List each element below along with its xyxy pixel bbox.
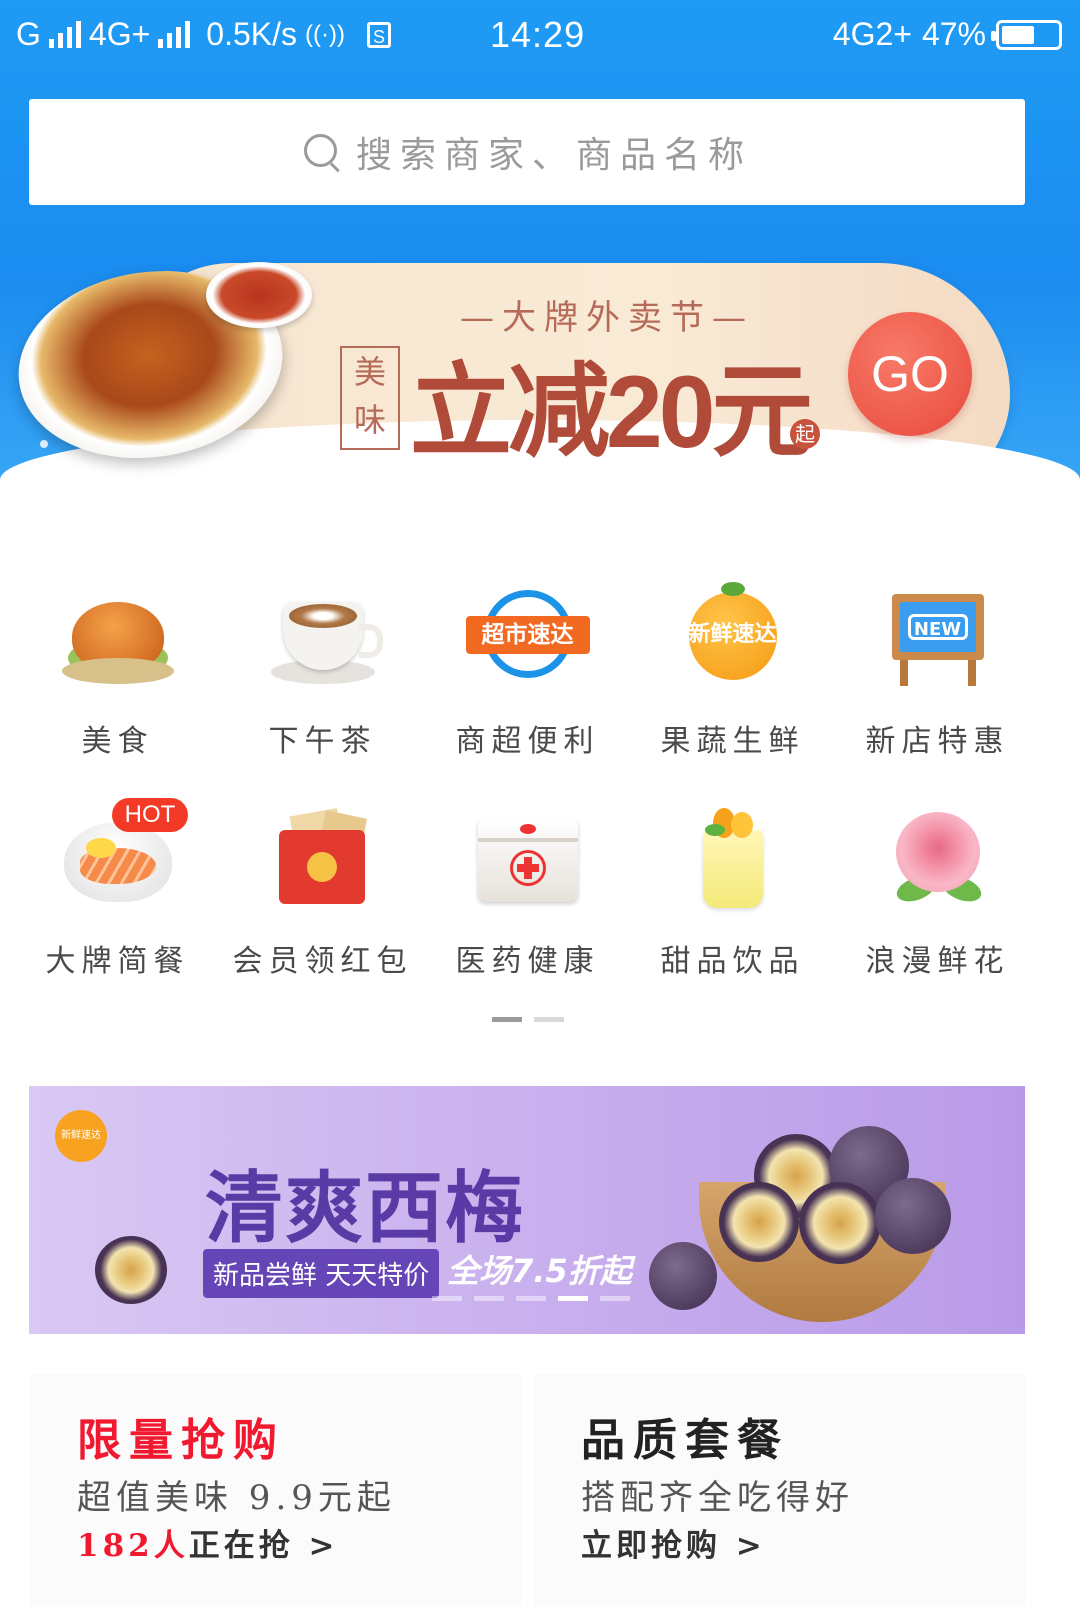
- category-label: 浪漫鲜花: [865, 944, 1010, 979]
- hot-badge: HOT: [112, 798, 188, 832]
- promo-headline: 立减20元: [410, 355, 813, 469]
- hotspot-icon: ((·)): [304, 20, 345, 48]
- category-label: 下午茶: [268, 724, 377, 759]
- fruit-banner[interactable]: 新鲜速达 清爽西梅 新品尝鲜 天天特价 全场7.5折起: [29, 1086, 1025, 1334]
- fresh-express-icon: 新鲜速达: [673, 582, 793, 698]
- card-title: 限量抢购: [77, 1415, 285, 1466]
- quality-combo-card[interactable]: 品质套餐 搭配齐全吃得好 立即抢购 >: [533, 1374, 1025, 1607]
- supermarket-badge: 超市速达: [465, 616, 590, 654]
- plum-half-image: [95, 1236, 167, 1304]
- search-icon: [302, 132, 342, 172]
- signal-icon-2: [158, 20, 191, 48]
- rose-icon: [878, 808, 998, 918]
- grab-count: 182人: [77, 1528, 189, 1564]
- category-label: 大牌简餐: [45, 944, 190, 979]
- card-title: 品质套餐: [581, 1415, 789, 1466]
- new-badge: NEW: [907, 614, 968, 640]
- sauce-bowl-image: [206, 262, 312, 328]
- roast-chicken-icon: [58, 588, 178, 698]
- flash-sale-card[interactable]: 限量抢购 超值美味 9.9元起 182人正在抢 >: [29, 1374, 521, 1607]
- category-label: 医药健康: [455, 944, 600, 979]
- category-brand-meal[interactable]: 大牌简餐: [15, 808, 220, 980]
- fresh-express-badge: 新鲜速达: [55, 1110, 107, 1162]
- category-afternoon-tea[interactable]: 下午茶: [220, 588, 425, 760]
- plum-image: [799, 1182, 881, 1264]
- category-page-indicator: [492, 1017, 564, 1022]
- fruit-banner-discount: 全场7.5折起: [447, 1252, 632, 1290]
- clock: 14:29: [490, 14, 586, 55]
- card-footer-text: 正在抢 >: [188, 1528, 339, 1564]
- plum-image: [875, 1178, 951, 1254]
- category-label: 新店特惠: [865, 724, 1010, 759]
- category-dessert-drinks[interactable]: 甜品饮品: [630, 808, 835, 980]
- category-supermarket[interactable]: 超市速达 商超便利: [425, 588, 630, 760]
- category-flowers[interactable]: 浪漫鲜花: [835, 808, 1040, 980]
- sim-icon: S: [366, 21, 391, 48]
- speed-label: 0.5K/s: [206, 16, 297, 52]
- coffee-cup-icon: [263, 588, 383, 698]
- search-placeholder: 搜索商家、商品名称: [355, 135, 752, 176]
- signal-icon: [48, 20, 81, 48]
- battery-icon: [991, 19, 1062, 50]
- category-fresh-produce[interactable]: 新鲜速达 果蔬生鲜: [630, 582, 835, 760]
- carrier-label: G: [16, 16, 41, 52]
- category-label: 美食: [81, 724, 154, 759]
- red-envelope-icon: [263, 808, 383, 918]
- status-left: G 4G+ 0.5K/s ((·)) S: [16, 16, 391, 53]
- category-new-store[interactable]: NEW 新店特惠: [835, 588, 1040, 760]
- network-label: 4G+: [88, 16, 151, 52]
- promo-tag: 美味: [340, 346, 400, 450]
- card-footer[interactable]: 立即抢购 >: [581, 1520, 766, 1565]
- bubble-decoration: [40, 440, 48, 448]
- juice-cup-icon: [673, 808, 793, 918]
- banner-page-indicator: [432, 1296, 630, 1301]
- category-food[interactable]: 美食: [15, 588, 220, 760]
- status-right: 4G2+ 47%: [833, 16, 1062, 53]
- new-sign-icon: NEW: [878, 588, 998, 698]
- supermarket-express-icon: 超市速达: [465, 588, 590, 698]
- category-label: 商超便利: [455, 724, 600, 759]
- plum-image: [649, 1242, 717, 1310]
- go-button[interactable]: GO: [848, 312, 972, 436]
- category-label: 甜品饮品: [660, 944, 805, 979]
- fruit-banner-title: 清爽西梅: [205, 1164, 526, 1252]
- category-label: 会员领红包: [232, 944, 413, 979]
- fresh-badge: 新鲜速达: [688, 622, 777, 647]
- promo-suffix: 起: [790, 419, 820, 449]
- category-member-red-packet[interactable]: 会员领红包: [220, 808, 425, 980]
- battery-label: 47%: [921, 16, 986, 52]
- card-subtitle: 搭配齐全吃得好: [581, 1478, 854, 1518]
- category-medicine[interactable]: 医药健康: [425, 808, 630, 980]
- fruit-banner-pill: 新品尝鲜 天天特价: [203, 1249, 440, 1298]
- first-aid-kit-icon: [468, 808, 588, 918]
- status-bar: G 4G+ 0.5K/s ((·)) S 14:29 4G2+ 47%: [0, 0, 1080, 72]
- card-footer[interactable]: 182人正在抢 >: [77, 1520, 339, 1565]
- search-bar[interactable]: 搜索商家、商品名称: [29, 99, 1025, 205]
- network-right-label: 4G2+: [832, 16, 912, 52]
- category-label: 果蔬生鲜: [660, 724, 805, 759]
- plum-image: [719, 1182, 799, 1262]
- card-subtitle: 超值美味 9.9元起: [77, 1478, 396, 1518]
